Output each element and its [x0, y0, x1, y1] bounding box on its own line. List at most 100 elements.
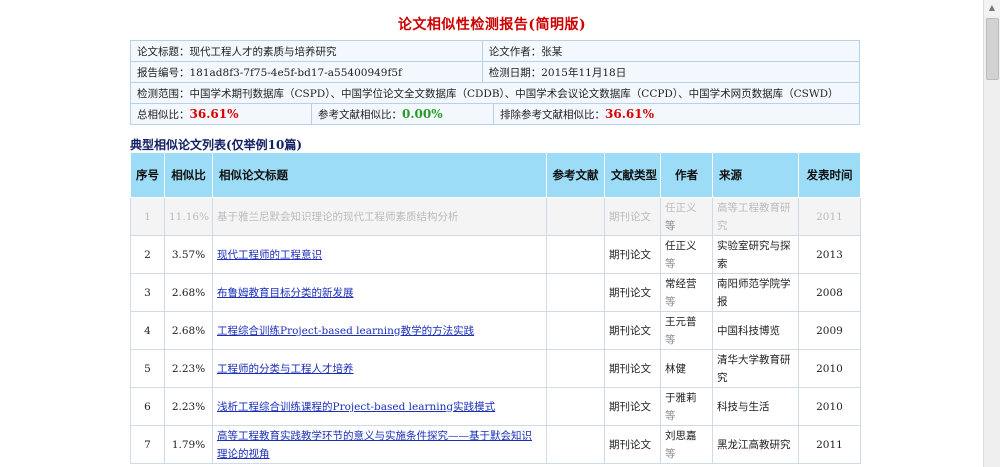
row-source: 高等工程教育研究	[712, 197, 799, 236]
excl-similarity-value: 36.61%	[605, 107, 654, 121]
ref-similarity-value: 0.00%	[402, 107, 443, 121]
row-time: 2013	[798, 235, 861, 274]
row-no: 7	[130, 425, 165, 464]
row-type: 期刊论文	[604, 425, 661, 464]
table-row: 3 2.68% 布鲁姆教育目标分类的新发展 期刊论文 常经营 等南阳师范学院学报 2008	[130, 273, 861, 312]
author-cell: 论文作者：张某	[481, 40, 861, 62]
row-no: 2	[130, 235, 165, 274]
excl-similarity: 排除参考文献相似比：36.61%	[500, 107, 654, 121]
row-ratio: 2.23%	[164, 387, 213, 426]
row-title-link[interactable]: 现代工程师的工程意识	[217, 249, 322, 261]
row-ref	[546, 197, 605, 236]
row-type: 期刊论文	[604, 311, 661, 350]
row-type: 期刊论文	[604, 235, 661, 274]
row-source: 科技与生活	[712, 387, 799, 426]
row-time: 2010	[798, 387, 861, 426]
row-author: 常经营 等	[660, 273, 713, 312]
table-row: 1 11.16% 基于雅兰尼默会知识理论的现代工程师素质结构分析 期刊论文 任正义 等高…	[130, 197, 861, 236]
section-title: 典型相似论文列表(仅举例10篇)	[130, 138, 303, 152]
row-title-cell: 高等工程教育实践教学环节的意义与实施条件探究——基于默会知识理论的视角	[212, 425, 547, 464]
report-no-value: 181ad8f3-7f75-4e5f-bd17-a55400949f5f	[189, 66, 402, 79]
row-ref	[546, 311, 605, 350]
table-row: 2 3.57% 现代工程师的工程意识 期刊论文 任正义 等实验室研究与探索 2013	[130, 235, 861, 274]
date-cell: 检测日期：2015年11月18日	[481, 61, 861, 83]
table-row: 4 2.68% 工程综合训练Project-based learning教学的方法实…	[130, 311, 861, 350]
row-type: 期刊论文	[604, 273, 661, 312]
row-type: 期刊论文	[604, 349, 661, 388]
col-type: 文献类型	[604, 152, 661, 198]
row-ratio: 2.68%	[164, 311, 213, 350]
scope-cell: 检测范围：中国学术期刊数据库（CSPD）、中国学位论文全文数据库（CDDB）、中…	[130, 82, 860, 104]
scope-value: 中国学术期刊数据库（CSPD）、中国学位论文全文数据库（CDDB）、中国学术会议…	[189, 87, 839, 100]
row-author: 林健	[660, 349, 713, 388]
row-source: 黑龙江高教研究	[712, 425, 799, 464]
row-title-link[interactable]: 浅析工程综合训练课程的Project-based learning实践模式	[217, 401, 495, 413]
paper-title-cell: 论文标题：现代工程人才的素质与培养研究	[130, 40, 483, 62]
row-time: 2011	[798, 197, 861, 236]
similarity-cell: 总相似比：36.61% 参考文献相似比：0.00% 排除参考文献相似比：36.6…	[130, 103, 860, 125]
col-ratio: 相似比	[164, 152, 213, 198]
report-page: 论文相似性检测报告(简明版) 论文标题：现代工程人才的素质与培养研究 论文作者：…	[0, 0, 984, 467]
row-author: 刘思嘉 等	[660, 425, 713, 464]
total-similarity: 总相似比：36.61%	[131, 104, 312, 124]
vertical-scrollbar[interactable]: ▲	[983, 0, 1000, 467]
row-type: 期刊论文	[604, 387, 661, 426]
row-author: 任正义 等	[660, 235, 713, 274]
scrollbar-thumb[interactable]	[986, 18, 999, 80]
row-type: 期刊论文	[604, 197, 661, 236]
row-ref	[546, 235, 605, 274]
date-value: 2015年11月18日	[541, 66, 627, 79]
row-title-cell: 工程综合训练Project-based learning教学的方法实践	[212, 311, 547, 350]
table-row: 7 1.79% 高等工程教育实践教学环节的意义与实施条件探究——基于默会知识理论的视…	[130, 425, 861, 464]
row-source: 南阳师范学院学报	[712, 273, 799, 312]
row-ratio: 2.68%	[164, 273, 213, 312]
row-author: 任正义 等	[660, 197, 713, 236]
row-author-etal: 等	[665, 257, 676, 270]
row-time: 2009	[798, 311, 861, 350]
row-ratio: 3.57%	[164, 235, 213, 274]
row-ref	[546, 349, 605, 388]
report-info-table: 论文标题：现代工程人才的素质与培养研究 论文作者：张某 报告编号：181ad8f…	[130, 40, 861, 125]
row-ref	[546, 387, 605, 426]
row-source: 清华大学教育研究	[712, 349, 799, 388]
row-ratio: 1.79%	[164, 425, 213, 464]
col-source: 来源	[712, 152, 799, 198]
row-no: 3	[130, 273, 165, 312]
table-header: 序号 相似比 相似论文标题 参考文献 文献类型 作者 来源 发表时间	[130, 152, 861, 198]
row-source: 实验室研究与探索	[712, 235, 799, 274]
col-no: 序号	[130, 152, 165, 198]
row-ratio: 2.23%	[164, 349, 213, 388]
row-author-etal: 等	[665, 447, 676, 460]
row-no: 6	[130, 387, 165, 426]
row-no: 1	[130, 197, 165, 236]
row-author-etal: 等	[665, 295, 676, 308]
row-title-link[interactable]: 工程师的分类与工程人才培养	[217, 363, 354, 375]
table-row: 5 2.23% 工程师的分类与工程人才培养 期刊论文 林健 清华大学教育研究 2010	[130, 349, 861, 388]
paper-title-value: 现代工程人才的素质与培养研究	[189, 45, 337, 58]
row-title-cell: 浅析工程综合训练课程的Project-based learning实践模式	[212, 387, 547, 426]
row-title-link[interactable]: 高等工程教育实践教学环节的意义与实施条件探究——基于默会知识理论的视角	[217, 430, 532, 460]
row-author-etal: 等	[665, 219, 676, 232]
table-row: 6 2.23% 浅析工程综合训练课程的Project-based learning实…	[130, 387, 861, 426]
row-title-cell: 工程师的分类与工程人才培养	[212, 349, 547, 388]
ref-similarity: 参考文献相似比：0.00%	[312, 104, 494, 124]
row-author: 于雅莉 等	[660, 387, 713, 426]
row-author-etal: 等	[665, 409, 676, 422]
report-title: 论文相似性检测报告(简明版)	[397, 17, 587, 33]
row-title-link: 基于雅兰尼默会知识理论的现代工程师素质结构分析	[217, 210, 459, 223]
row-title-link[interactable]: 工程综合训练Project-based learning教学的方法实践	[217, 325, 474, 337]
author-value: 张某	[541, 45, 563, 58]
row-title-cell: 布鲁姆教育目标分类的新发展	[212, 273, 547, 312]
row-ref	[546, 425, 605, 464]
row-author-etal: 等	[665, 333, 676, 346]
col-title: 相似论文标题	[212, 152, 547, 198]
col-author: 作者	[660, 152, 713, 198]
row-title-link[interactable]: 布鲁姆教育目标分类的新发展	[217, 287, 354, 299]
scroll-up-arrow-icon[interactable]: ▲	[984, 0, 1000, 16]
row-time: 2011	[798, 425, 861, 464]
row-author: 王元普 等	[660, 311, 713, 350]
similar-papers-table: 序号 相似比 相似论文标题 参考文献 文献类型 作者 来源 发表时间 1 11.1…	[130, 152, 861, 464]
row-no: 4	[130, 311, 165, 350]
col-ref: 参考文献	[546, 152, 605, 198]
row-no: 5	[130, 349, 165, 388]
